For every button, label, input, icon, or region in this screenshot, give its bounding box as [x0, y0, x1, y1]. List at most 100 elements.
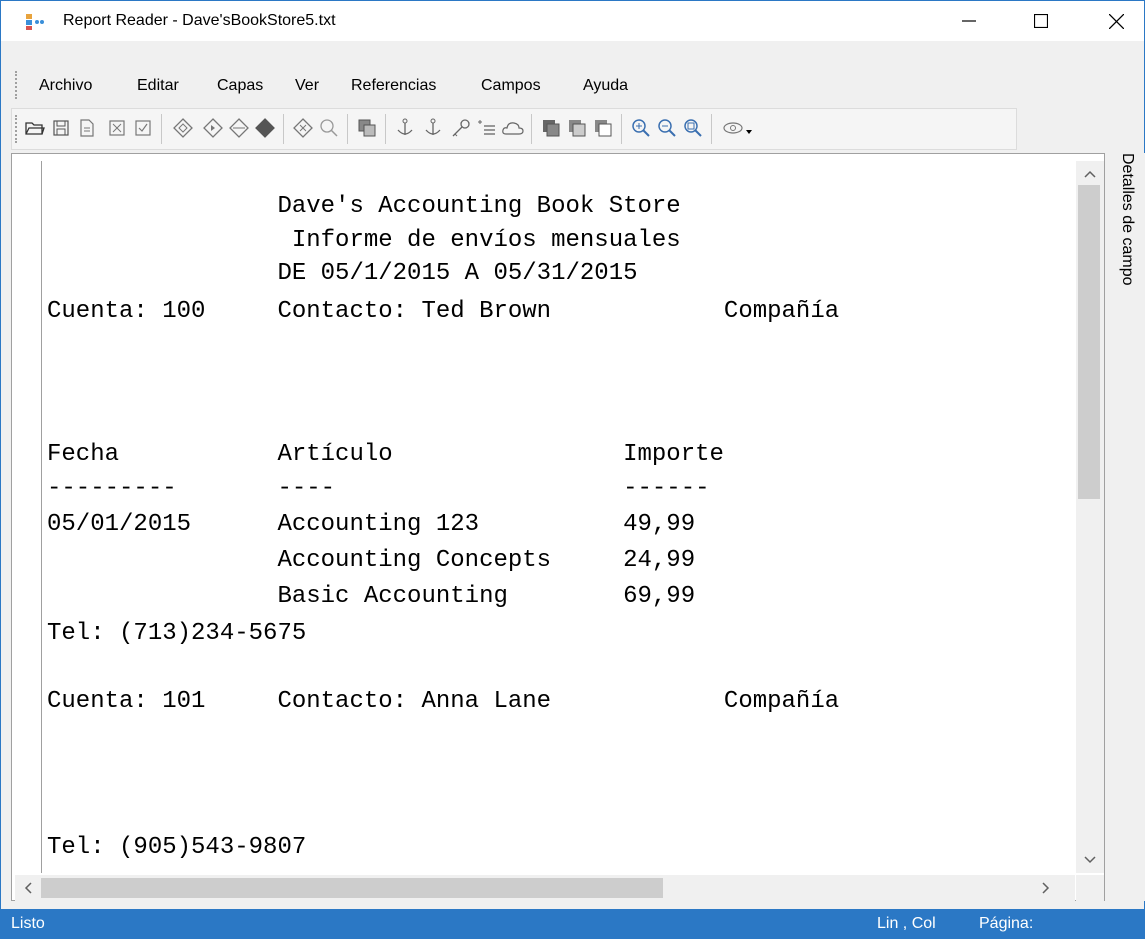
key-icon: [452, 119, 470, 137]
stack-3-icon: [595, 120, 612, 137]
vertical-scroll-thumb[interactable]: [1078, 185, 1100, 499]
cloud-button[interactable]: [501, 116, 525, 140]
save-button[interactable]: [49, 116, 73, 140]
zoom-out-button[interactable]: [655, 116, 679, 140]
menu-ver[interactable]: Ver: [295, 77, 319, 95]
layer-add-icon: [173, 118, 193, 138]
zoom-find-icon: [320, 119, 338, 137]
app-logo-icon: [25, 13, 45, 31]
doc-line: Basic Accounting 69,99: [47, 583, 696, 610]
horizontal-scroll-thumb[interactable]: [41, 878, 663, 898]
zoom-out-icon: [658, 119, 676, 137]
doc-line: Cuenta: 100 Contacto: Ted Brown Compañía: [47, 298, 840, 325]
field-details-label[interactable]: Detalles de campo: [1116, 153, 1136, 286]
scroll-corner: [1076, 875, 1104, 901]
scroll-left-button[interactable]: [15, 875, 41, 901]
clear-layer-icon: [293, 118, 313, 138]
doc-line: --------- ---- ------: [47, 475, 710, 502]
close-button[interactable]: [1088, 1, 1144, 41]
menu-bar-area: [1, 41, 1144, 69]
menu-editar[interactable]: Editar: [137, 77, 179, 95]
check-file-button[interactable]: [131, 116, 155, 140]
chevron-down-icon: [1084, 856, 1096, 864]
list-add-icon: [478, 120, 495, 135]
app-window: Report Reader - Dave'sBookStore5.txt Arc…: [0, 0, 1145, 939]
document-margin-line: [41, 161, 42, 873]
doc-line: Cuenta: 101 Contacto: Anna Lane Compañía: [47, 688, 840, 715]
eye-icon: [723, 122, 752, 134]
maximize-button[interactable]: [1013, 1, 1069, 41]
status-line-column: Lin , Col: [877, 915, 936, 932]
stack-2-button[interactable]: [565, 116, 589, 140]
chevron-right-icon: [1042, 882, 1050, 894]
zoom-in-button[interactable]: [629, 116, 653, 140]
layer-add-button[interactable]: [171, 116, 195, 140]
menu-archivo[interactable]: Archivo: [39, 77, 92, 95]
minimize-button[interactable]: [941, 1, 997, 41]
status-text: Listo: [11, 915, 45, 932]
key-button[interactable]: [449, 116, 473, 140]
export-icon: [80, 119, 94, 137]
check-file-icon: [135, 120, 151, 136]
layer-next-button[interactable]: [201, 116, 225, 140]
doc-line: Informe de envíos mensuales: [47, 227, 681, 254]
cloud-icon: [502, 122, 524, 135]
doc-line: 05/01/2015 Accounting 123 49,99: [47, 511, 696, 538]
status-bar: Listo Lin , Col Página:: [1, 909, 1145, 939]
stack-2-icon: [569, 120, 586, 137]
doc-line: Fecha Artículo Importe: [47, 441, 724, 468]
doc-line: Accounting Concepts 24,99: [47, 547, 696, 574]
copy-field-icon: [358, 119, 376, 137]
layer-next-icon: [203, 118, 223, 138]
toolbar-grip[interactable]: [15, 115, 17, 143]
doc-line: Tel: (905)543-9807: [47, 834, 307, 861]
window-title: Report Reader - Dave'sBookStore5.txt: [63, 12, 336, 29]
toolbar-separator: [621, 114, 622, 144]
zoom-find-button[interactable]: [317, 116, 341, 140]
save-icon: [53, 120, 69, 136]
menu-capas[interactable]: Capas: [217, 77, 263, 95]
doc-line: Tel: (713)234-5675: [47, 620, 307, 647]
stack-1-button[interactable]: [539, 116, 563, 140]
export-button[interactable]: [75, 116, 99, 140]
view-dropdown-button[interactable]: [721, 116, 755, 140]
anchor-2-icon: [425, 118, 441, 135]
doc-line: DE 05/1/2015 A 05/31/2015: [47, 260, 638, 287]
close-file-button[interactable]: [105, 116, 129, 140]
zoom-fit-button[interactable]: [681, 116, 705, 140]
stack-3-button[interactable]: [591, 116, 615, 140]
toolbar-separator: [531, 114, 532, 144]
menu-grip[interactable]: [15, 71, 17, 99]
toolbar-separator: [347, 114, 348, 144]
toolbar-separator: [283, 114, 284, 144]
open-folder-icon: [25, 122, 45, 135]
menu-referencias[interactable]: Referencias: [351, 77, 436, 95]
layer-down-button[interactable]: [253, 116, 277, 140]
scroll-down-button[interactable]: [1076, 847, 1104, 873]
layer-prev-icon: [229, 118, 249, 138]
close-icon: [1108, 13, 1124, 29]
anchor-button[interactable]: [393, 116, 417, 140]
menu-campos[interactable]: Campos: [481, 77, 541, 95]
maximize-icon: [1034, 14, 1048, 28]
title-bar[interactable]: Report Reader - Dave'sBookStore5.txt: [1, 1, 1144, 41]
layer-prev-button[interactable]: [227, 116, 251, 140]
clear-layer-button[interactable]: [291, 116, 315, 140]
scroll-up-button[interactable]: [1076, 161, 1104, 187]
chevron-left-icon: [24, 882, 32, 894]
anchor-2-button[interactable]: [421, 116, 445, 140]
scroll-right-button[interactable]: [1033, 875, 1059, 901]
doc-line: Dave's Accounting Book Store: [47, 193, 681, 220]
zoom-in-icon: [632, 119, 650, 137]
layer-down-icon: [255, 118, 275, 138]
toolbar-separator: [711, 114, 712, 144]
menu-ayuda[interactable]: Ayuda: [583, 77, 628, 95]
chevron-up-icon: [1084, 170, 1096, 178]
copy-field-button[interactable]: [355, 116, 379, 140]
stack-1-icon: [543, 120, 560, 137]
status-page: Página:: [979, 915, 1034, 932]
anchor-icon: [397, 118, 413, 135]
list-add-button[interactable]: [475, 116, 499, 140]
toolbar-separator: [161, 114, 162, 144]
open-button[interactable]: [23, 116, 47, 140]
